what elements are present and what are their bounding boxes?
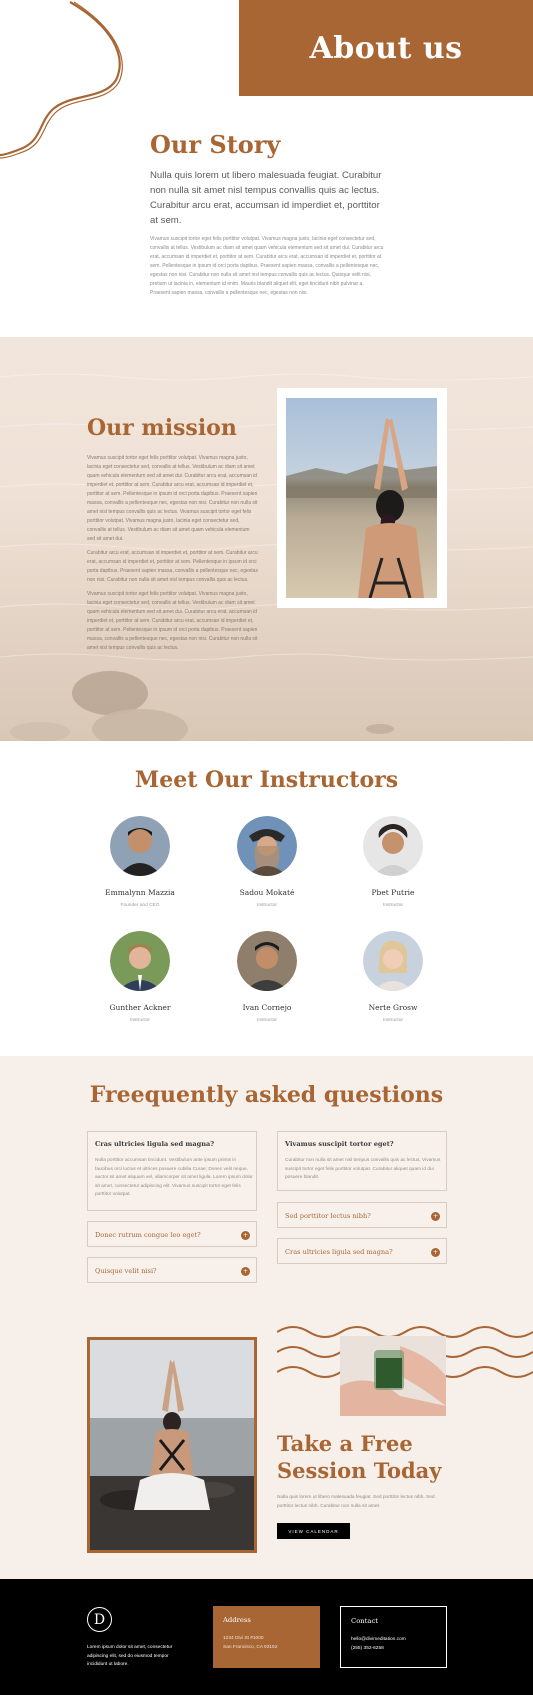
footer: D Lorem ipsum dolor sit amet, consectetu… [0, 1579, 533, 1695]
avatar [110, 816, 170, 876]
mission-heading: Our mission [87, 415, 237, 441]
instructor-card[interactable]: Nerte Grosw Instructor [323, 931, 463, 1023]
faq-answer: Nulla porttitor accumsan tincidunt. Vest… [95, 1158, 253, 1198]
contact-email[interactable]: hello@divimeditation.com [351, 1635, 436, 1644]
instructor-role: Founder and CEO [120, 903, 160, 908]
mission-text: Vivamus suscipit tortor eget felis portt… [87, 454, 259, 658]
mission-section: Our mission Vivamus suscipit tortor eget… [0, 337, 533, 741]
page-title: About us [309, 30, 463, 66]
faq-item[interactable]: Cras ultricies ligula sed magna? + [277, 1238, 447, 1264]
instructor-role: Instructor [383, 903, 403, 908]
instructor-name: Nerte Grosw [368, 1003, 418, 1012]
instructor-name: Gunther Ackner [109, 1003, 171, 1012]
site-logo[interactable]: D [87, 1607, 112, 1632]
instructor-role: Instructor [383, 1018, 403, 1023]
expand-icon[interactable]: + [431, 1248, 440, 1257]
faq-question: Cras ultricies ligula sed magna? [285, 1248, 393, 1256]
faq-item[interactable]: Quisque velit nisi? + [87, 1257, 257, 1283]
faq-section: Freequently asked questions Cras ultrici… [0, 1056, 533, 1579]
instructor-role: Instructor [257, 903, 277, 908]
meditation-image [90, 1340, 254, 1550]
avatar [363, 816, 423, 876]
mission-paragraph: Vivamus suscipit tortor eget felis portt… [87, 591, 258, 651]
avatar [363, 931, 423, 991]
instructor-name: Sadou Mokaté [239, 888, 295, 897]
contact-title: Contact [351, 1617, 378, 1625]
faq-question: Sed porttitor lectus nibh? [285, 1212, 371, 1220]
yoga-photo [286, 398, 437, 598]
faq-question: Vivamus suscipit tortor eget? [285, 1140, 394, 1148]
contact-phone[interactable]: (255) 352-6258 [351, 1644, 436, 1653]
instructors-section: Meet Our Instructors Emmalynn Mazzia Fou… [0, 741, 533, 1056]
instructor-role: Instructor [130, 1018, 150, 1023]
story-body: Vivamus suscipit tortor eget felis portt… [150, 236, 384, 296]
avatar [237, 816, 297, 876]
faq-item-open[interactable]: Cras ultricies ligula sed magna? Nulla p… [87, 1131, 257, 1211]
instructors-heading: Meet Our Instructors [134, 767, 399, 793]
story-lead: Nulla quis lorem ut libero malesuada feu… [150, 170, 382, 226]
expand-icon[interactable]: + [241, 1267, 250, 1276]
instructor-card[interactable]: Sadou Mokaté Instructor [197, 816, 337, 908]
contact-box: Contact hello@divimeditation.com (255) 3… [340, 1606, 447, 1668]
avatar [237, 931, 297, 991]
address-title: Address [223, 1616, 251, 1624]
instructor-name: Emmalynn Mazzia [105, 888, 175, 897]
instructor-name: Ivan Cornejo [242, 1003, 292, 1012]
faq-question: Quisque velit nisi? [95, 1267, 157, 1275]
footer-blurb: Lorem ipsum dolor sit amet, consectetur … [87, 1645, 173, 1667]
about-section: About us Our Story Nulla quis lorem ut l… [0, 0, 533, 337]
mission-paragraph: Curabitur arcu erat, accumsan id imperdi… [87, 550, 258, 583]
view-calendar-button[interactable]: VIEW CALENDAR [277, 1523, 350, 1539]
instructor-card[interactable]: Gunther Ackner Instructor [70, 931, 210, 1023]
faq-item[interactable]: Sed porttitor lectus nibh? + [277, 1202, 447, 1228]
session-text: Nulla quis lorem ut libero malesuada feu… [277, 1495, 435, 1509]
faq-item[interactable]: Donec rutrum congue leo eget? + [87, 1221, 257, 1247]
instructor-card[interactable]: Ivan Cornejo Instructor [197, 931, 337, 1023]
decorative-squiggle [0, 1, 123, 159]
story-heading: Our Story [150, 130, 281, 159]
expand-icon[interactable]: + [431, 1212, 440, 1221]
faq-question: Cras ultricies ligula sed magna? [95, 1140, 215, 1148]
meditation-photo [87, 1337, 257, 1553]
expand-icon[interactable]: + [241, 1231, 250, 1240]
mission-paragraph: Vivamus suscipit tortor eget felis portt… [87, 455, 258, 542]
faq-heading: Freequently asked questions [89, 1082, 444, 1108]
instructor-card[interactable]: Emmalynn Mazzia Founder and CEO [70, 816, 210, 908]
instructor-role: Instructor [257, 1018, 277, 1023]
faq-answer: Curabitur non nulla sit amet nisl tempus… [285, 1158, 441, 1181]
avatar [110, 931, 170, 991]
instructor-card[interactable]: Pbet Putrie Instructor [323, 816, 463, 908]
water-background [0, 373, 533, 741]
faq-item-open[interactable]: Vivamus suscipit tortor eget? Curabitur … [277, 1131, 447, 1191]
address-line: 1234 Divi St #1000 [223, 1636, 264, 1641]
session-heading: Take a Free Session Today [277, 1431, 442, 1483]
address-line: San Francisco, CA 93152 [223, 1645, 278, 1650]
instructor-name: Pbet Putrie [371, 888, 415, 897]
tea-photo [340, 1336, 446, 1416]
faq-question: Donec rutrum congue leo eget? [95, 1231, 201, 1239]
address-box: Address 1234 Divi St #1000 San Francisco… [213, 1606, 320, 1668]
